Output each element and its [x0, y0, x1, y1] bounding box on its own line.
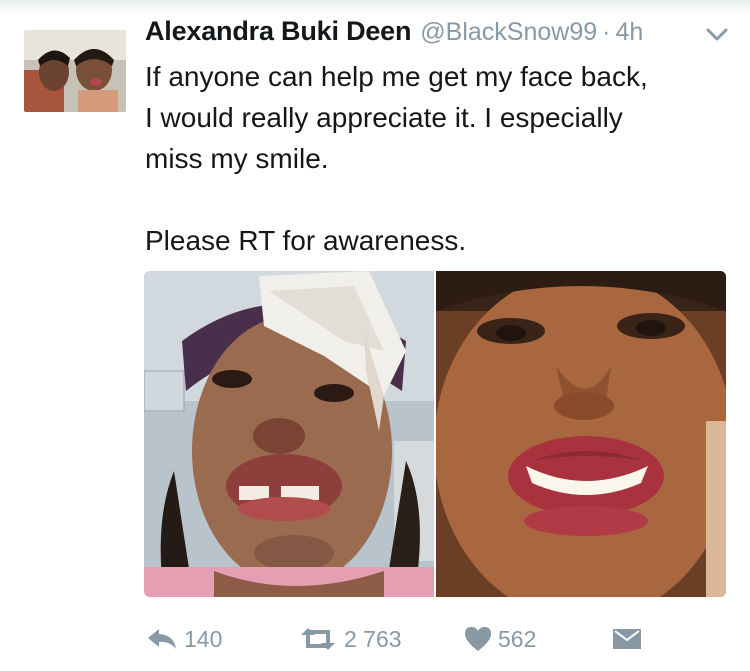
tweet-text-line: I would really appreciate it. I especial…: [145, 102, 623, 133]
tweet-text-line: If anyone can help me get my face back,: [145, 61, 648, 92]
tweet-actions: 140 2 763 562: [146, 622, 666, 656]
like-button[interactable]: 562: [464, 622, 536, 656]
retweet-count: 2 763: [344, 625, 402, 652]
heart-icon: [465, 627, 491, 651]
tweet-text-line: miss my smile.: [145, 143, 329, 174]
reply-button[interactable]: 140: [146, 622, 222, 656]
tweet-media[interactable]: [144, 271, 726, 597]
tweet-header: Alexandra Buki Deen @BlackSnow99 · 4h: [145, 16, 643, 54]
separator-dot: ·: [602, 18, 611, 46]
retweet-icon: [301, 628, 335, 650]
avatar[interactable]: [24, 30, 126, 112]
timestamp[interactable]: 4h: [615, 18, 643, 47]
retweet-button[interactable]: 2 763: [298, 622, 402, 656]
tweet-text: If anyone can help me get my face back, …: [145, 56, 735, 261]
author-name[interactable]: Alexandra Buki Deen: [145, 16, 411, 47]
direct-message-button[interactable]: [612, 622, 648, 656]
before-photo[interactable]: [144, 271, 434, 597]
envelope-icon: [612, 628, 642, 649]
tweet-text-line: Please RT for awareness.: [145, 225, 467, 256]
previous-tweet-edge: [0, 0, 750, 14]
chevron-down-icon[interactable]: [706, 28, 728, 42]
after-photo[interactable]: [436, 271, 726, 597]
author-handle[interactable]: @BlackSnow99: [420, 18, 597, 47]
reply-count: 140: [184, 625, 223, 652]
like-count: 562: [498, 625, 537, 652]
reply-icon: [148, 629, 176, 649]
